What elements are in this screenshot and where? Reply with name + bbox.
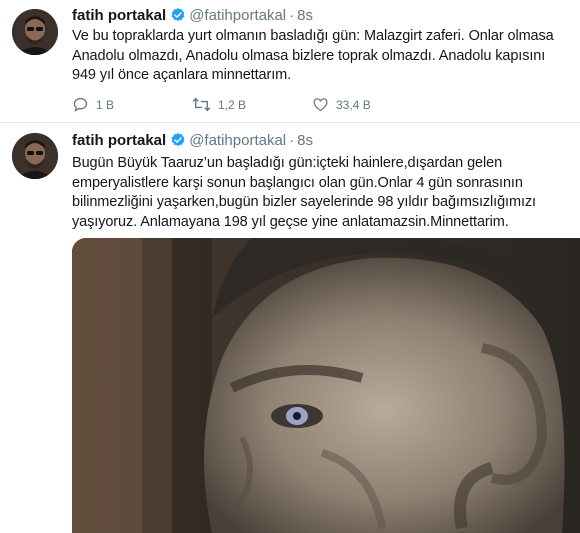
author-avatar[interactable] [12,9,58,55]
tweet-text: Ve bu topraklarda yurt olmanın basladığı… [72,27,572,86]
verified-badge-icon [170,132,186,152]
reply-icon [72,96,89,113]
author-handle[interactable]: @fatihportakal [189,132,286,149]
tweet-media-photo[interactable] [72,238,580,533]
verified-badge-icon [170,7,186,27]
tweet-text-line: 949 yıl önce açanlara minnettarım. [72,67,292,83]
tweet-header: fatih portakal @fatihportakal · 8s [72,132,313,152]
tweet-text-line: Ve bu topraklarda yurt olmanın basladığı… [72,28,554,44]
tweet-time[interactable]: 8s [297,7,313,24]
like-button[interactable]: 33,4 B [312,96,371,113]
retweet-button[interactable]: 1,2 B [192,96,246,113]
tweet-text-line: Bugün Büyük Taaruz’un başladığı gün:içte… [72,155,503,171]
reply-button[interactable]: 1 B [72,96,114,113]
author-name[interactable]: fatih portakal [72,7,166,24]
like-icon [312,96,329,113]
author-handle[interactable]: @fatihportakal [189,7,286,24]
tweet-text-line: yaşıyoruz. Anlamayana 198 yıl geçse yine… [72,213,509,230]
tweet-card-2[interactable]: fatih portakal @fatihportakal · 8s Bugün Bü… [0,123,580,533]
retweet-icon [192,96,211,113]
tweet-card-1[interactable]: fatih portakal @fatihportakal · 8s Ve bu to… [0,0,580,123]
tweet-time[interactable]: 8s [297,132,313,149]
portrait-photo [72,238,580,533]
header-separator: · [289,132,295,149]
tweet-text-line: emperyalistlere karşi sonun başlangıcı o… [72,174,523,191]
reply-count: 1 B [96,97,115,112]
tweet-header: fatih portakal @fatihportakal · 8s [72,7,313,27]
retweet-count: 1,2 B [218,97,247,112]
header-separator: · [289,7,295,24]
author-avatar[interactable] [12,133,58,179]
tweet-text-line: Anadolu olmazdı, Anadolu olmasa bizlere … [72,47,546,64]
tweet-text-line: bilinmezliğini yaşarken,bugün bizler say… [72,194,536,210]
author-name[interactable]: fatih portakal [72,132,166,149]
like-count: 33,4 B [336,97,371,112]
tweet-text: Bugün Büyük Taaruz’un başladığı gün:içte… [72,154,572,232]
